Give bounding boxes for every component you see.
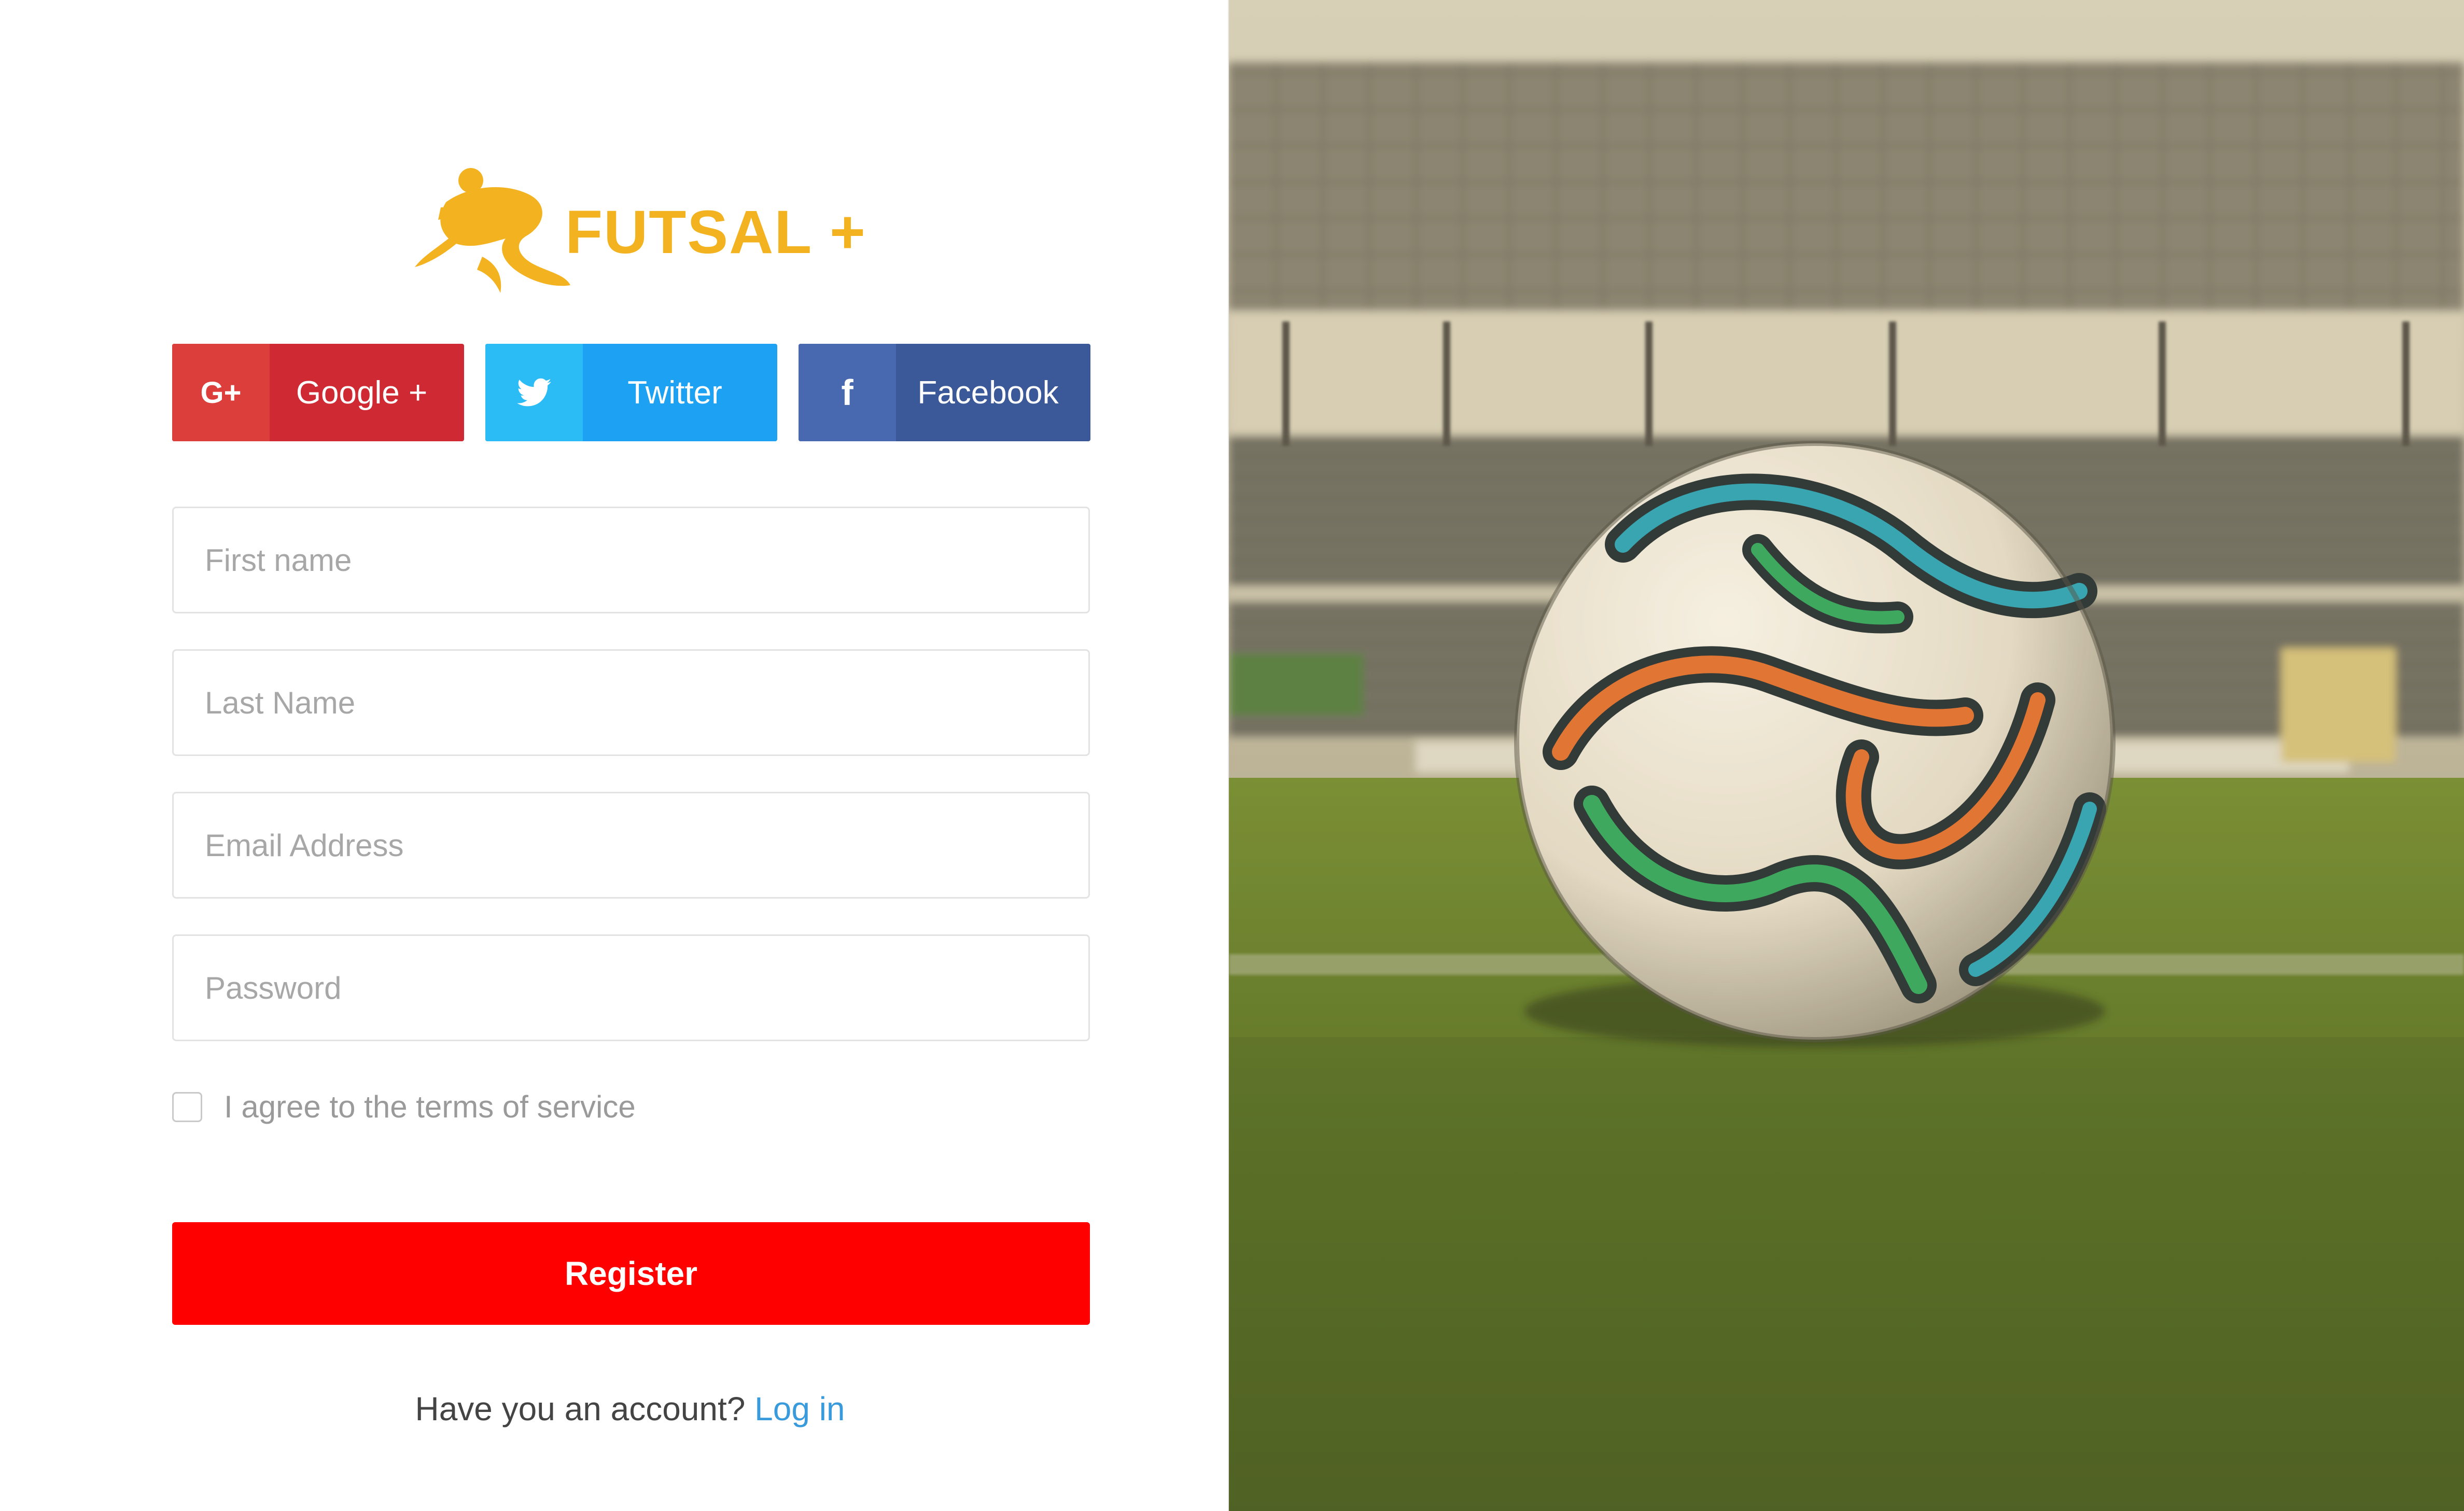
terms-row[interactable]: I agree to the terms of service bbox=[172, 1089, 636, 1125]
register-button[interactable]: Register bbox=[172, 1222, 1090, 1325]
email-address-input[interactable] bbox=[172, 792, 1090, 899]
futsal-logo: FUTSAL + bbox=[410, 166, 865, 301]
facebook-label: Facebook bbox=[917, 374, 1059, 411]
stadium-photo bbox=[1229, 0, 2464, 1511]
login-link[interactable]: Log in bbox=[754, 1390, 845, 1428]
password-input[interactable] bbox=[172, 934, 1090, 1041]
terms-label: I agree to the terms of service bbox=[224, 1089, 636, 1124]
brand-name: FUTSAL + bbox=[565, 198, 866, 267]
google-plus-icon: G+ bbox=[172, 344, 270, 441]
running-player-icon bbox=[415, 168, 570, 293]
twitter-button[interactable]: Twitter bbox=[485, 344, 777, 441]
last-name-input[interactable] bbox=[172, 649, 1090, 756]
google-plus-button[interactable]: G+ Google + bbox=[172, 344, 464, 441]
register-panel: FUTSAL + G+ Google + Twitter f Facebook … bbox=[0, 0, 1229, 1511]
facebook-button[interactable]: f Facebook bbox=[799, 344, 1090, 441]
twitter-bird-icon bbox=[485, 344, 583, 441]
twitter-label: Twitter bbox=[627, 374, 722, 411]
terms-checkbox[interactable] bbox=[172, 1092, 202, 1122]
first-name-input[interactable] bbox=[172, 507, 1090, 613]
stadium-hero-image bbox=[1229, 0, 2464, 1511]
account-question: Have you an account? bbox=[415, 1390, 746, 1428]
google-plus-label: Google + bbox=[296, 374, 428, 411]
login-prompt: Have you an account? Log in bbox=[0, 1390, 1260, 1428]
facebook-f-icon: f bbox=[799, 344, 896, 441]
